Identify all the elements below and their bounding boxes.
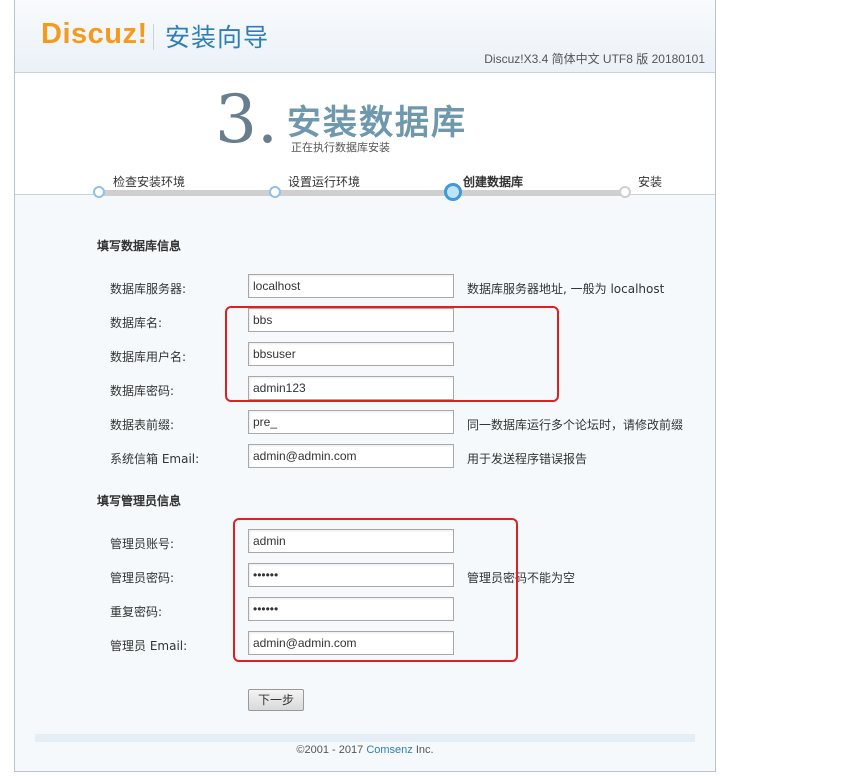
admin-email-label: 管理员 Email: xyxy=(110,639,188,653)
system-email-label: 系统信箱 Email: xyxy=(110,452,200,466)
system-email-input[interactable]: admin@admin.com xyxy=(248,444,454,468)
db-host-hint: 数据库服务器地址, 一般为 localhost xyxy=(467,282,665,296)
step-subtitle: 正在执行数据库安装 xyxy=(291,141,390,154)
logo-divider xyxy=(153,24,154,50)
step-number: 3. xyxy=(215,81,278,158)
db-name-label: 数据库名: xyxy=(110,316,163,330)
comsenz-link[interactable]: Comsenz xyxy=(366,744,412,756)
footer-suffix: Inc. xyxy=(412,744,434,756)
system-email-hint: 用于发送程序错误报告 xyxy=(467,452,588,466)
next-step-button[interactable]: 下一步 xyxy=(248,689,304,711)
step-label-2: 设置运行环境 xyxy=(288,175,361,189)
wizard-title: 安装向导 xyxy=(165,23,270,52)
version-info: Discuz!X3.4 简体中文 UTF8 版 20180101 xyxy=(484,52,705,66)
db-user-label: 数据库用户名: xyxy=(110,350,187,364)
db-annotation-box xyxy=(225,306,559,402)
footer-prefix: ©2001 - 2017 xyxy=(296,744,367,756)
step-label-1: 检查安装环境 xyxy=(113,175,186,189)
step-dot-4 xyxy=(619,186,631,198)
db-password-label: 数据库密码: xyxy=(110,384,175,398)
repeat-password-label: 重复密码: xyxy=(110,605,163,619)
db-host-label: 数据库服务器: xyxy=(110,282,187,296)
step-dot-2 xyxy=(269,186,281,198)
step-area: 3. 安装数据库 正在执行数据库安装 检查安装环境 设置运行环境 创建数据库 安… xyxy=(15,73,715,201)
table-prefix-label: 数据表前缀: xyxy=(110,418,175,432)
discuz-logo: Discuz! xyxy=(41,18,148,50)
footer-copyright: ©2001 - 2017 Comsenz Inc. xyxy=(15,744,715,756)
admin-password-label: 管理员密码: xyxy=(110,571,175,585)
admin-annotation-box xyxy=(233,518,518,662)
db-section-title: 填写数据库信息 xyxy=(97,239,182,253)
header: Discuz! 安装向导 Discuz!X3.4 简体中文 UTF8 版 201… xyxy=(15,0,715,73)
table-prefix-input[interactable]: pre_ xyxy=(248,410,454,434)
step-dot-1 xyxy=(93,186,105,198)
footer-divider xyxy=(35,734,695,742)
step-label-4: 安装 xyxy=(638,175,663,189)
installer-window: Discuz! 安装向导 Discuz!X3.4 简体中文 UTF8 版 201… xyxy=(14,0,716,772)
step-dot-3 xyxy=(444,183,462,201)
admin-account-label: 管理员账号: xyxy=(110,537,175,551)
table-prefix-hint: 同一数据库运行多个论坛时，请修改前缀 xyxy=(467,418,684,432)
admin-section-title: 填写管理员信息 xyxy=(97,494,182,508)
step-label-3: 创建数据库 xyxy=(463,175,524,189)
step-title: 安装数据库 xyxy=(287,103,467,143)
progress-track xyxy=(101,190,625,196)
db-host-input[interactable]: localhost xyxy=(248,274,454,298)
